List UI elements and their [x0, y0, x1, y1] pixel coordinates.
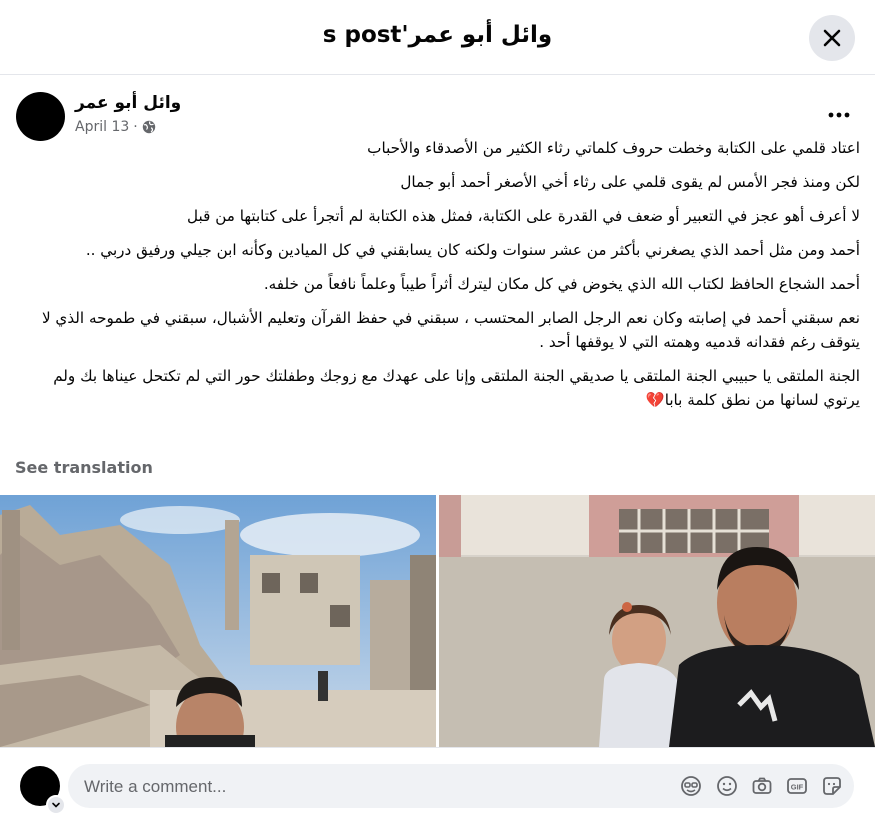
author-avatar[interactable] [16, 92, 65, 141]
see-translation-link[interactable]: See translation [15, 458, 153, 477]
emoji-button[interactable] [716, 775, 738, 797]
post-meta: April 13 · [75, 119, 156, 135]
post-dialog-header: وائل أبو عمر's post [0, 0, 875, 75]
post-paragraph: اعتاد قلمي على الكتابة وخطت حروف كلماتي … [367, 139, 860, 157]
photo-portrait-image [439, 495, 875, 747]
sticker-button[interactable] [821, 775, 843, 797]
avatar-sticker-button[interactable] [680, 775, 702, 797]
post-paragraph: أحمد ومن مثل أحمد الذي يصغرني بأكثر من ع… [85, 241, 860, 259]
chevron-down-icon [52, 802, 60, 808]
meta-separator: · [133, 119, 138, 135]
close-icon [823, 29, 841, 47]
close-button[interactable] [809, 15, 855, 61]
photo-rubble-image [0, 495, 436, 747]
gif-icon: GIF [787, 778, 807, 794]
photo-button[interactable] [751, 775, 773, 797]
author-name[interactable]: وائل أبو عمر [75, 93, 181, 113]
post-body: اعتاد قلمي على الكتابة وخطت حروف كلماتي … [16, 136, 860, 422]
more-options-button[interactable] [822, 100, 856, 130]
camera-icon [752, 777, 772, 794]
avatar-switch-button[interactable] [46, 795, 66, 815]
svg-text:GIF: GIF [791, 783, 804, 792]
post-paragraph: نعم سبقني أحمد في إصابته وكان نعم الرجل … [41, 309, 860, 351]
comment-input[interactable] [82, 764, 666, 810]
emoji-icon [717, 776, 737, 796]
post-paragraph: الجنة الملتقى يا حبيبي الجنة الملتقى يا … [53, 367, 860, 409]
gif-button[interactable]: GIF [786, 775, 808, 797]
dialog-title: وائل أبو عمر's post [322, 22, 553, 48]
post-paragraph: لكن ومنذ فجر الأمس لم يقوى قلمي على رثاء… [400, 173, 860, 191]
post-paragraph: أحمد الشجاع الحافظ لكتاب الله الذي يخوض … [263, 275, 860, 293]
more-icon [828, 112, 850, 118]
post-photo-father-daughter[interactable] [439, 495, 875, 747]
post-date[interactable]: April 13 [75, 119, 129, 135]
comment-input-container: GIF [68, 764, 854, 810]
globe-icon [142, 120, 155, 134]
avatar-sticker-icon [681, 776, 701, 796]
post-paragraph: لا أعرف أهو عجز في التعبير أو ضعف في الق… [187, 207, 860, 225]
post-photo-rubble[interactable] [0, 495, 436, 747]
sticker-icon [823, 777, 841, 795]
